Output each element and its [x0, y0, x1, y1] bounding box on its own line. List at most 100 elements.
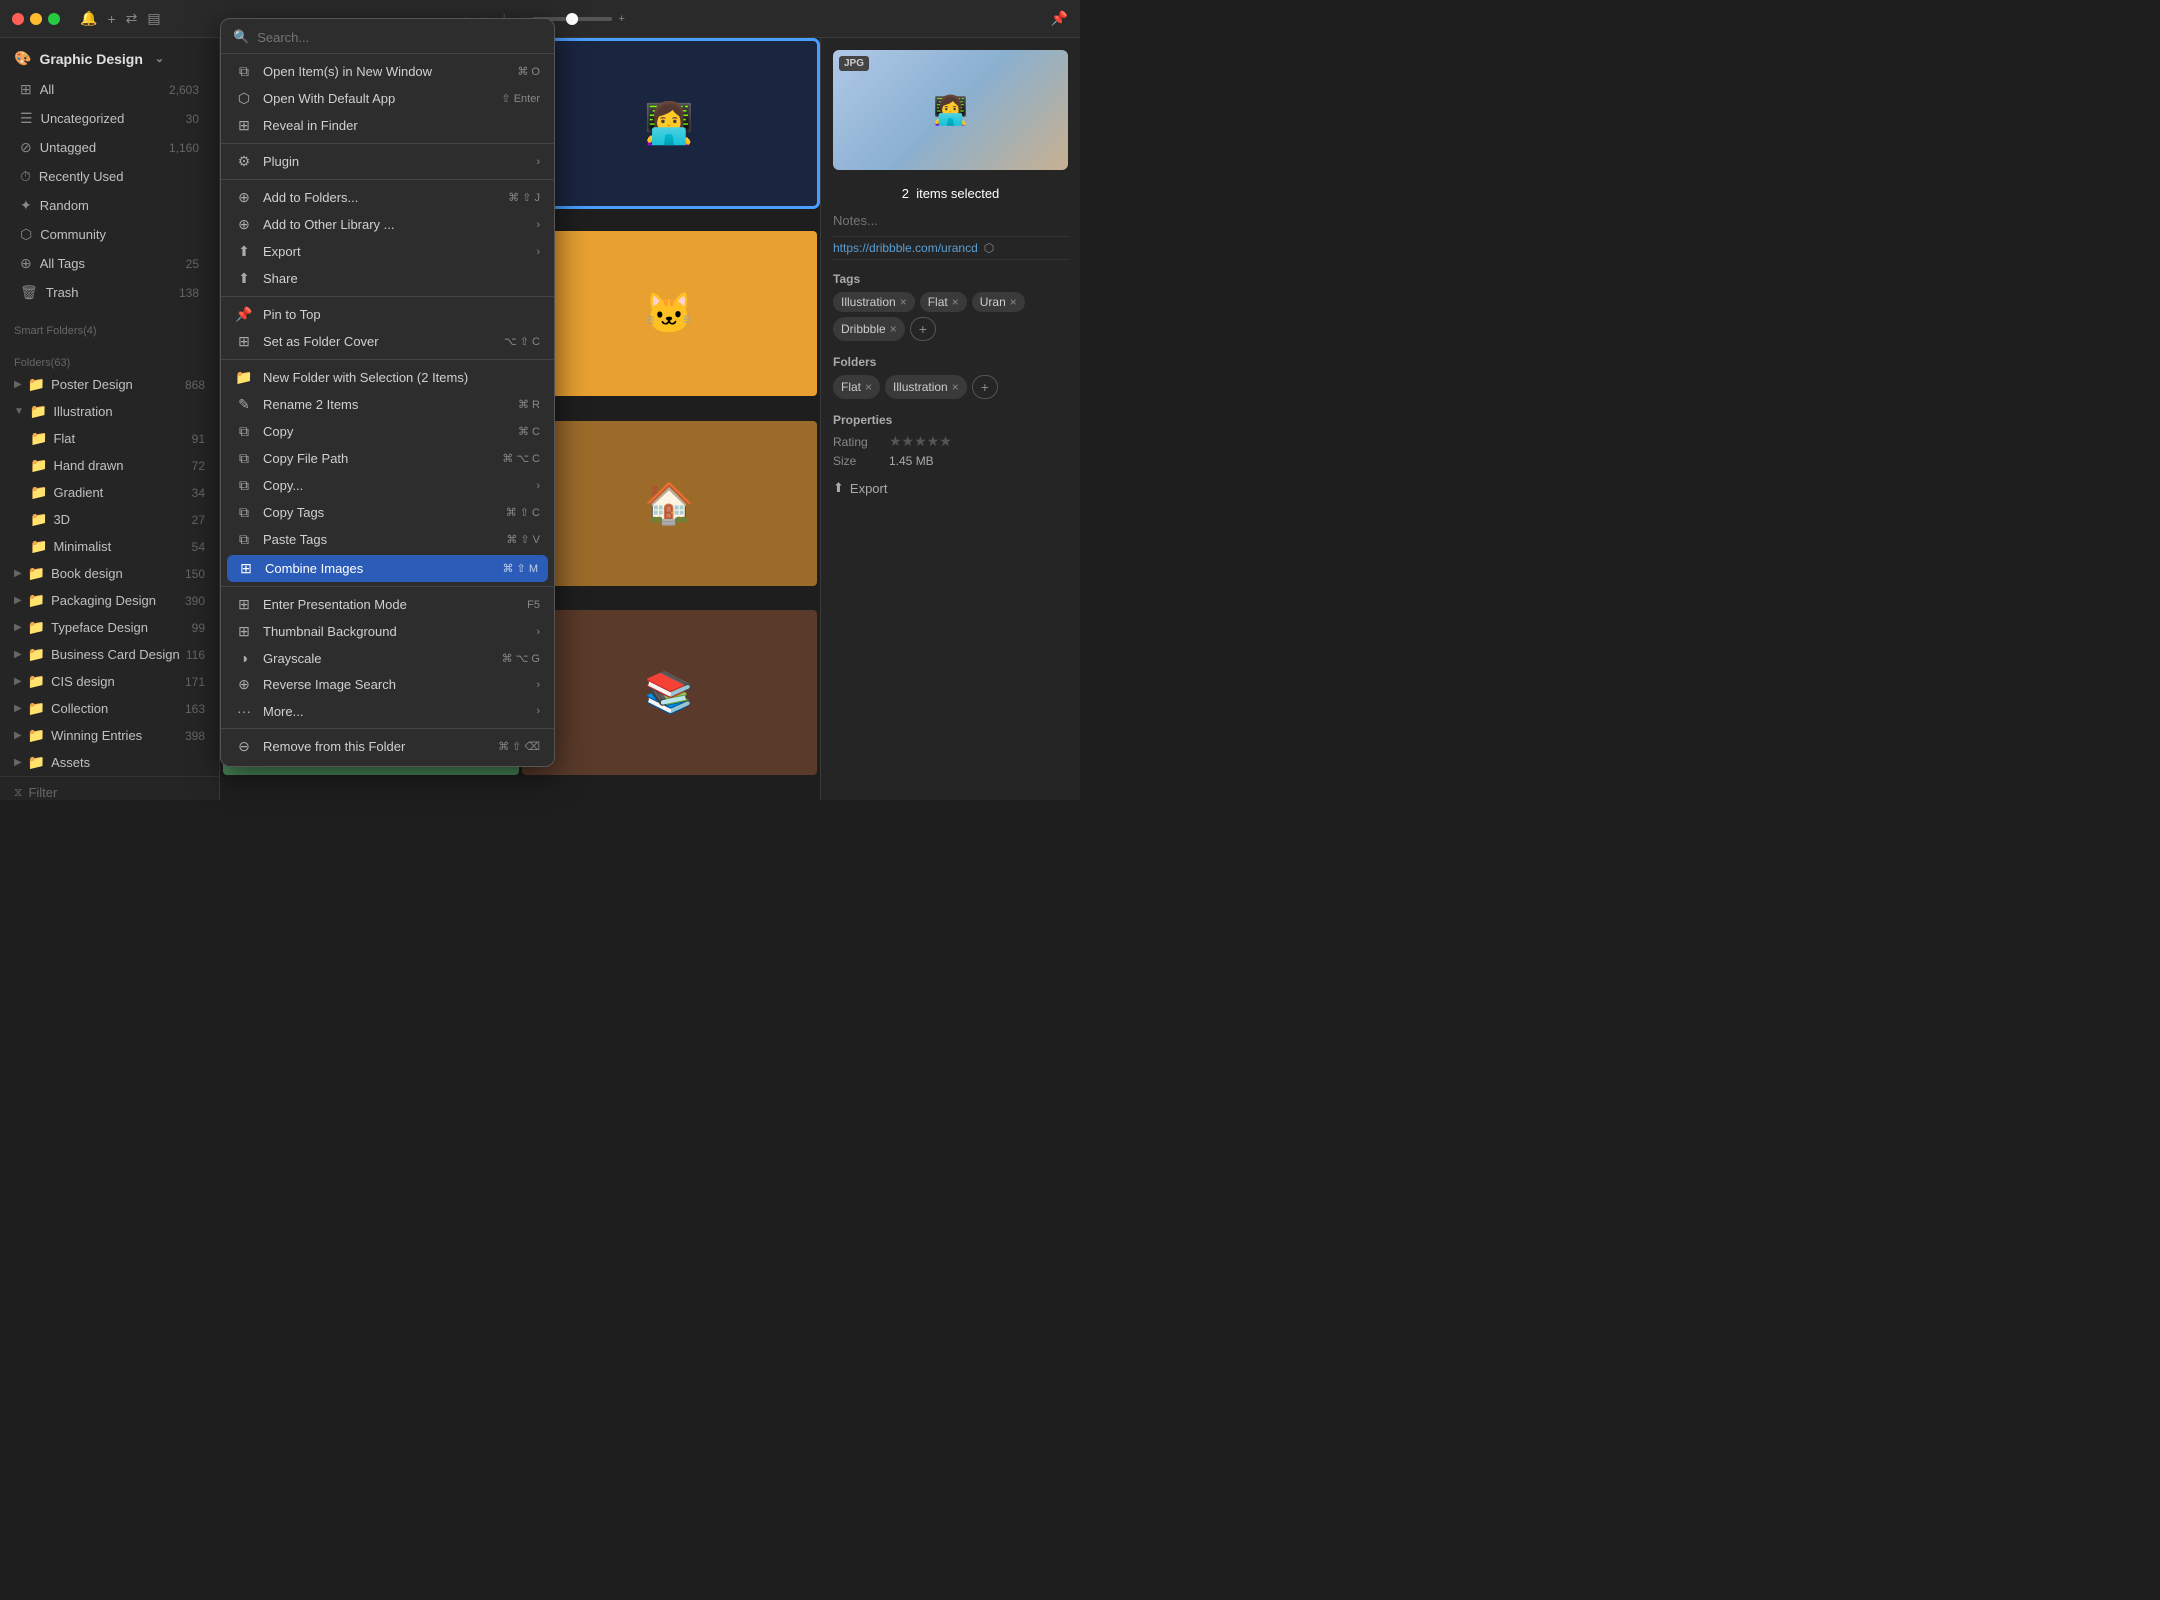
folder-minimalist[interactable]: 📁 Minimalist 54	[0, 534, 219, 559]
folder-label: Flat	[53, 431, 185, 446]
context-search-input[interactable]	[257, 38, 542, 45]
folder-illustration[interactable]: ▼ 📁 Illustration	[0, 399, 219, 424]
items-selected-label: items selected	[916, 186, 999, 201]
ctx-item-new-folder-selection[interactable]: 📁New Folder with Selection (2 Items)	[221, 364, 554, 391]
folder-collection[interactable]: ▶ 📁 Collection 163	[0, 696, 219, 721]
folder-flat[interactable]: 📁 Flat 91	[0, 426, 219, 451]
ctx-icon-open-default-app: ⬡	[235, 90, 253, 107]
folder-label: Winning Entries	[51, 728, 179, 743]
expand-arrow: ▶	[14, 757, 22, 768]
ctx-item-more[interactable]: ···More...›	[221, 698, 554, 724]
tag-remove-flat[interactable]: ×	[952, 295, 959, 309]
rating-stars[interactable]: ★★★★★	[889, 433, 952, 450]
ctx-item-share[interactable]: ⬆Share	[221, 265, 554, 292]
ctx-item-copy-tags[interactable]: ⧉Copy Tags⌘ ⇧ C	[221, 499, 554, 526]
ctx-item-add-to-other-library[interactable]: ⊕Add to Other Library ...›	[221, 211, 554, 238]
uncategorized-count: 30	[186, 112, 199, 126]
ctx-item-set-folder-cover[interactable]: ⊞Set as Folder Cover⌥ ⇧ C	[221, 328, 554, 355]
bell-icon[interactable]: 🔔	[80, 10, 97, 27]
items-selected: 2 items selected	[833, 186, 1068, 201]
ctx-item-grayscale[interactable]: ◑Grayscale⌘ ⌥ G	[221, 645, 554, 671]
sidebar-icon[interactable]: ▤	[147, 10, 160, 27]
ctx-item-reveal-in-finder[interactable]: ⊞Reveal in Finder	[221, 112, 554, 139]
ctx-item-combine-images[interactable]: ⊞Combine Images⌘ ⇧ M	[227, 555, 548, 582]
ctx-item-open-new-window[interactable]: ⧉Open Item(s) in New Window⌘ O	[221, 58, 554, 85]
add-folder-tag-button[interactable]: +	[972, 375, 998, 399]
ctx-label-copy-file-path: Copy File Path	[263, 451, 492, 466]
pin-icon[interactable]: 📌	[1051, 10, 1068, 27]
folder-3d[interactable]: 📁 3D 27	[0, 507, 219, 532]
ctx-item-thumbnail-background[interactable]: ⊞Thumbnail Background›	[221, 618, 554, 645]
folder-winning-entries[interactable]: ▶ 📁 Winning Entries 398	[0, 723, 219, 748]
expand-arrow: ▼	[14, 406, 24, 417]
tag-remove-uran[interactable]: ×	[1010, 295, 1017, 309]
folder-typeface-design[interactable]: ▶ 📁 Typeface Design 99	[0, 615, 219, 640]
rating-row: Rating ★★★★★	[833, 433, 1068, 450]
sync-icon[interactable]: ⇄	[126, 10, 138, 27]
ctx-icon-combine-images: ⊞	[237, 560, 255, 577]
folder-tag-flat: Flat ×	[833, 375, 880, 399]
ctx-item-enter-presentation[interactable]: ⊞Enter Presentation ModeF5	[221, 591, 554, 618]
folder-assets[interactable]: ▶ 📁 Assets	[0, 750, 219, 775]
context-menu[interactable]: 🔍 ⧉Open Item(s) in New Window⌘ O⬡Open Wi…	[220, 38, 555, 767]
notes-input[interactable]	[833, 209, 1068, 232]
ctx-icon-pin-to-top: 📌	[235, 306, 253, 323]
sidebar-header: 🎨 Graphic Design ⌄	[0, 38, 219, 75]
folder-count: 390	[185, 594, 205, 608]
sidebar-item-untagged[interactable]: ⊘ Untagged 1,160	[6, 134, 213, 161]
minimize-button[interactable]	[30, 13, 42, 25]
url-text[interactable]: https://dribbble.com/urancd	[833, 241, 978, 255]
ctx-item-pin-to-top[interactable]: 📌Pin to Top	[221, 301, 554, 328]
ctx-shortcut-open-default-app: ⇧ Enter	[501, 92, 540, 105]
sidebar-item-community[interactable]: ⬡ Community	[6, 221, 213, 248]
folder-count: 868	[185, 378, 205, 392]
tag-remove-dribbble[interactable]: ×	[890, 322, 897, 336]
ctx-label-grayscale: Grayscale	[263, 651, 492, 666]
maximize-button[interactable]	[48, 13, 60, 25]
ctx-label-plugin: Plugin	[263, 154, 526, 169]
folder-tag-remove-flat[interactable]: ×	[865, 380, 872, 394]
folder-book-design[interactable]: ▶ 📁 Book design 150	[0, 561, 219, 586]
sidebar-item-trash[interactable]: 🗑 Trash 138	[6, 279, 213, 306]
ctx-item-rename-items[interactable]: ✎Rename 2 Items⌘ R	[221, 391, 554, 418]
ctx-item-copy-ellipsis[interactable]: ⧉Copy...›	[221, 472, 554, 499]
ctx-item-open-default-app[interactable]: ⬡Open With Default App⇧ Enter	[221, 85, 554, 112]
export-button[interactable]: ⬆ Export	[833, 476, 1068, 500]
ctx-item-copy[interactable]: ⧉Copy⌘ C	[221, 418, 554, 445]
grid-item-3[interactable]: 🐱	[522, 231, 818, 396]
ctx-item-plugin[interactable]: ⚙Plugin›	[221, 148, 554, 175]
ctx-item-export[interactable]: ⬆Export›	[221, 238, 554, 265]
folder-poster-design[interactable]: ▶ 📁 Poster Design 868	[0, 372, 219, 397]
zoom-plus[interactable]: +	[618, 13, 624, 25]
tag-remove-illustration[interactable]: ×	[900, 295, 907, 309]
ctx-item-reverse-image-search[interactable]: ⊕Reverse Image Search›	[221, 671, 554, 698]
sidebar-item-all-tags[interactable]: ⊕ All Tags 25	[6, 250, 213, 277]
folder-gradient[interactable]: 📁 Gradient 34	[0, 480, 219, 505]
ctx-item-add-to-folders[interactable]: ⊕Add to Folders...⌘ ⇧ J	[221, 184, 554, 211]
folder-hand-drawn[interactable]: 📁 Hand drawn 72	[0, 453, 219, 478]
add-tag-button[interactable]: +	[910, 317, 936, 341]
expand-arrow: ▶	[14, 676, 22, 687]
sidebar-item-all[interactable]: ⊞ All 2,603	[6, 76, 213, 103]
ctx-item-remove-from-folder[interactable]: ⊖Remove from this Folder⌘ ⇧ ⌫	[221, 733, 554, 760]
folder-count: 91	[192, 432, 205, 446]
ctx-icon-export: ⬆	[235, 243, 253, 260]
close-button[interactable]	[12, 13, 24, 25]
ctx-item-copy-file-path[interactable]: ⧉Copy File Path⌘ ⌥ C	[221, 445, 554, 472]
folder-cis-design[interactable]: ▶ 📁 CIS design 171	[0, 669, 219, 694]
ctx-item-paste-tags[interactable]: ⧉Paste Tags⌘ ⇧ V	[221, 526, 554, 553]
grid-item-7[interactable]: 📚	[522, 610, 818, 775]
sidebar-item-recently-used[interactable]: ⏱ Recently Used	[6, 163, 213, 190]
jpg-badge-container: 👩‍💻 JPG	[833, 50, 1068, 170]
sidebar-item-random[interactable]: ✦ Random	[6, 192, 213, 219]
size-label: Size	[833, 454, 883, 468]
folder-business-card-design[interactable]: ▶ 📁 Business Card Design 116	[0, 642, 219, 667]
add-icon[interactable]: +	[107, 11, 115, 27]
grid-item-1[interactable]: 👩‍💻	[522, 41, 818, 206]
grid-item-5[interactable]: 🏠	[522, 421, 818, 586]
folder-label: CIS design	[51, 674, 179, 689]
folder-tag-remove-illustration[interactable]: ×	[952, 380, 959, 394]
sidebar-item-uncategorized[interactable]: ☰ Uncategorized 30	[6, 105, 213, 132]
ctx-shortcut-combine-images: ⌘ ⇧ M	[503, 562, 539, 575]
folder-packaging-design[interactable]: ▶ 📁 Packaging Design 390	[0, 588, 219, 613]
